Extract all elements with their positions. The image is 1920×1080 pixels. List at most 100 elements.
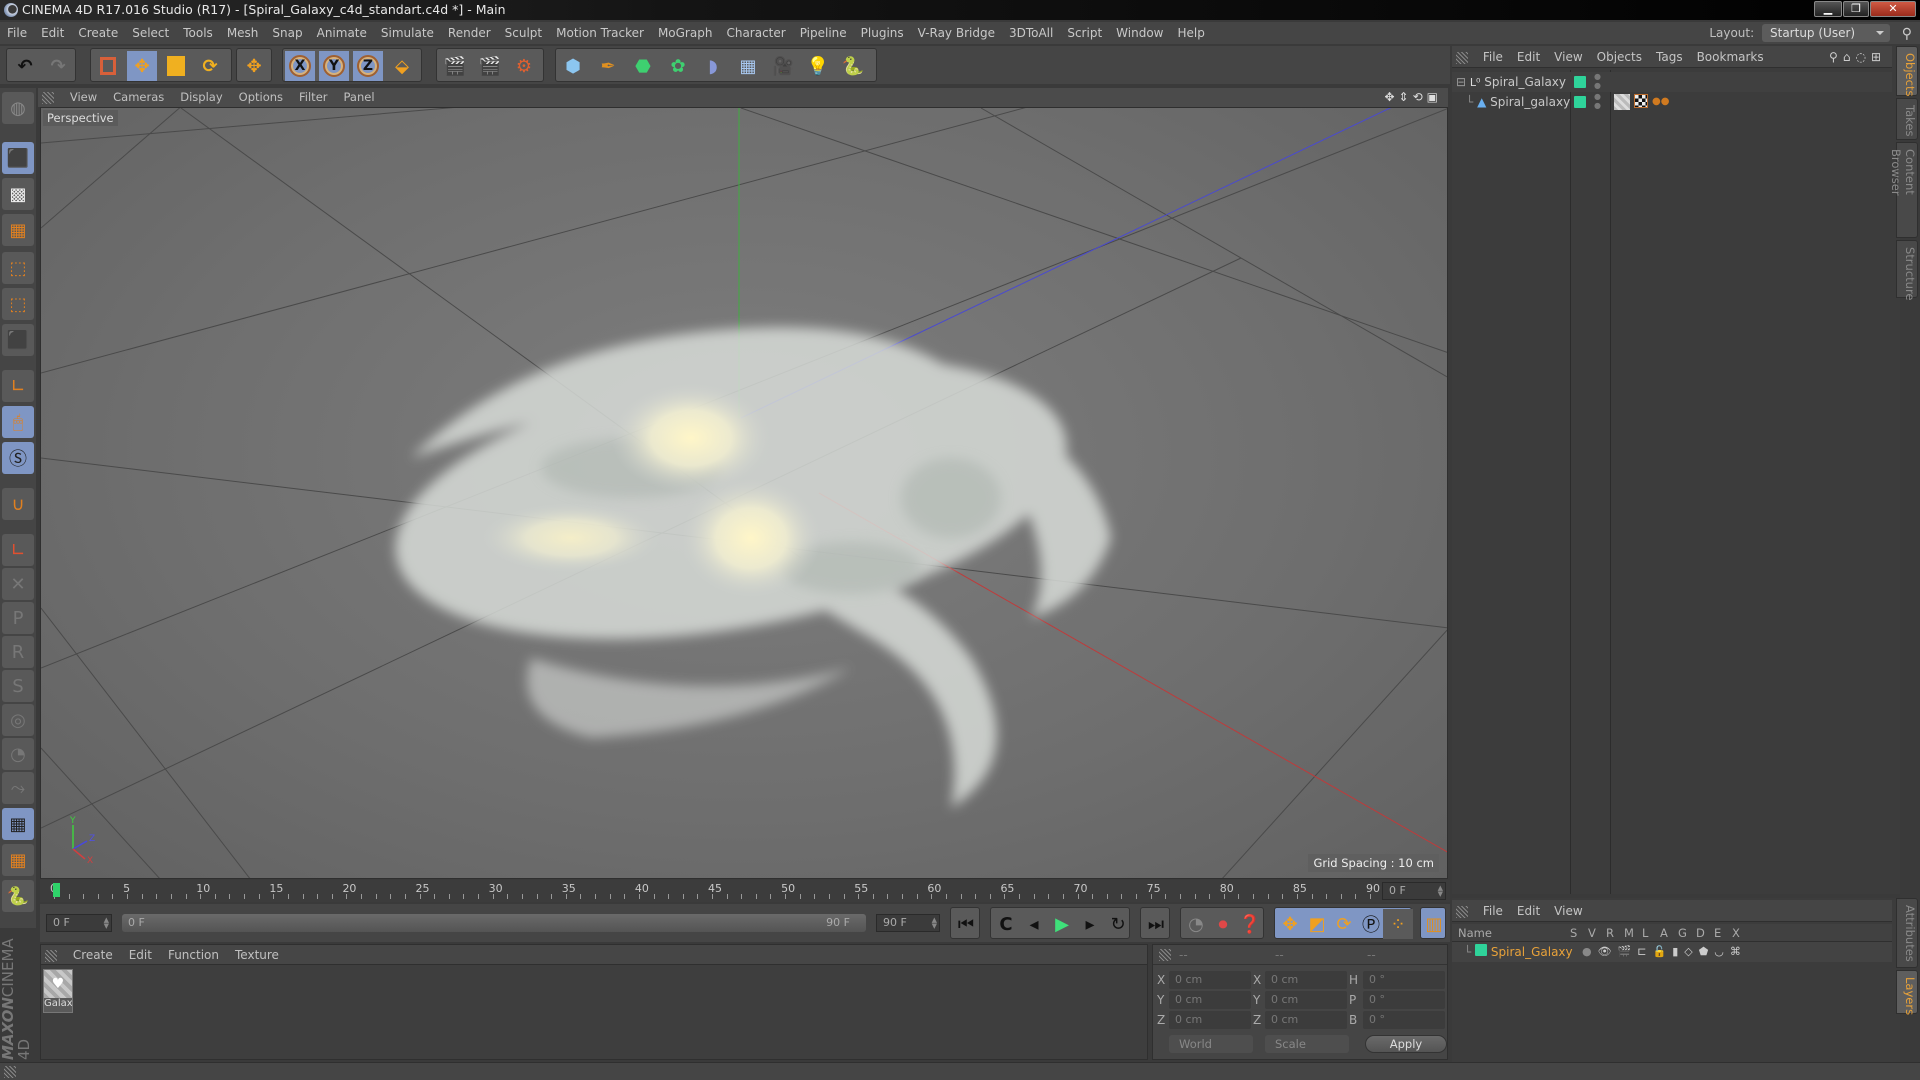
z-axis-lock-icon[interactable]: Z (353, 51, 383, 81)
layout-dropdown[interactable]: Startup (User) (1762, 24, 1890, 42)
om-menu-bookmarks[interactable]: Bookmarks (1690, 46, 1771, 68)
menu-select[interactable]: Select (125, 22, 176, 44)
size-field[interactable]: 0 cm (1265, 991, 1347, 1009)
playhead[interactable] (53, 883, 60, 897)
menu-animate[interactable]: Animate (310, 22, 374, 44)
points-mode-icon[interactable]: ⬚ (2, 252, 34, 284)
viewport-menu-display[interactable]: Display (172, 88, 230, 107)
texture-tag-icon[interactable] (1634, 94, 1648, 108)
dolly-icon[interactable]: ⇕ (1399, 90, 1413, 104)
object-name[interactable]: Spiral_Galaxy (1484, 75, 1566, 89)
menu-file[interactable]: File (0, 22, 34, 44)
menu-3dtoall[interactable]: 3DToAll (1002, 22, 1060, 44)
menu-render[interactable]: Render (441, 22, 498, 44)
key-rotation-icon[interactable]: ⟳ (1329, 909, 1359, 939)
coordinate-space-dropdown[interactable]: World (1169, 1035, 1253, 1053)
current-frame-field[interactable]: 0 F ▲ ▼ (46, 914, 112, 932)
menu-mograph[interactable]: MoGraph (651, 22, 720, 44)
lock-toggle-icon[interactable]: 🔓 (1653, 945, 1673, 958)
size-field[interactable]: 0 cm (1265, 971, 1347, 989)
make-editable-icon[interactable]: ◍ (2, 92, 34, 124)
go-to-end-icon[interactable]: ⏭ (1141, 909, 1171, 939)
object-row[interactable]: ⊟ L⁰ Spiral_Galaxy ● ● (1452, 72, 1892, 92)
rotation-field[interactable]: 0 ° (1363, 1011, 1445, 1029)
align-workplane-icon[interactable]: ▦ (2, 844, 34, 876)
edges-mode-icon[interactable]: ⬚ (2, 288, 34, 320)
viewport-menu-view[interactable]: View (62, 88, 105, 107)
layer-row[interactable]: └ Spiral_Galaxy ●👁🎬⊏🔓▮◇⬟◡⌘ (1452, 942, 1892, 962)
layer-color-swatch[interactable] (1574, 76, 1586, 88)
autokey-icon[interactable]: ❓ (1235, 909, 1265, 939)
manager-toggle-icon[interactable]: ⊏ (1637, 945, 1652, 958)
motion-record-icon[interactable]: ◔ (1181, 909, 1211, 939)
viewport-menu-options[interactable]: Options (231, 88, 291, 107)
layer-column-header[interactable]: M (1624, 924, 1634, 942)
key-pla-icon[interactable]: ⁘ (1383, 909, 1413, 939)
material-menu-create[interactable]: Create (65, 945, 121, 965)
deformers-toggle-icon[interactable]: ⬟ (1699, 945, 1715, 958)
next-frame-icon[interactable]: ▸ (1075, 909, 1105, 939)
material-tag-icon[interactable] (1614, 94, 1630, 110)
position-field[interactable]: 0 cm (1169, 1011, 1251, 1029)
position-field[interactable]: 0 cm (1169, 971, 1251, 989)
orbit-icon[interactable]: ⟲ (1413, 90, 1427, 104)
viewport-camera-label[interactable]: Perspective (43, 110, 118, 126)
spiral-galaxy-particles[interactable] (331, 238, 1191, 858)
layer-color-swatch[interactable] (1574, 96, 1586, 108)
texture-mode-icon[interactable]: ▩ (2, 178, 34, 210)
viewport-menu-cameras[interactable]: Cameras (105, 88, 172, 107)
eye-icon[interactable]: ◌ (1855, 50, 1870, 64)
menu-character[interactable]: Character (719, 22, 792, 44)
camera-icon[interactable]: 🎥 (768, 51, 798, 81)
python-script-icon[interactable]: 🐍 (2, 880, 34, 912)
recent-tool-icon[interactable]: ✥ (239, 51, 269, 81)
snap-icon[interactable]: ∪ (2, 488, 34, 520)
light-icon[interactable]: 💡 (803, 51, 833, 81)
menu-sculpt[interactable]: Sculpt (498, 22, 549, 44)
menu-vray-bridge[interactable]: V-Ray Bridge (911, 22, 1002, 44)
menu-create[interactable]: Create (71, 22, 125, 44)
x-axis-lock-icon[interactable]: X (285, 51, 315, 81)
expressions-toggle-icon[interactable]: ◡ (1714, 945, 1730, 958)
key-position-icon[interactable]: ✥ (1275, 909, 1305, 939)
render-settings-icon[interactable]: ⚙ (509, 51, 539, 81)
layer-column-header[interactable]: S (1570, 924, 1577, 942)
go-to-start-icon[interactable]: ⏮ (951, 909, 981, 939)
model-mode-icon[interactable]: ⬛ (2, 142, 34, 174)
menu-plugins[interactable]: Plugins (854, 22, 911, 44)
minimize-button[interactable]: ▁ (1814, 1, 1842, 17)
layer-column-header[interactable]: L (1642, 924, 1648, 942)
tab-content-browser[interactable]: Content Browser (1889, 142, 1918, 238)
lock-workplane-icon[interactable]: ▦ (2, 808, 34, 840)
menu-snap[interactable]: Snap (265, 22, 309, 44)
workplane-icon[interactable]: ∟ (2, 534, 34, 566)
panel-grip-icon[interactable] (45, 949, 57, 962)
tab-attributes[interactable]: Attributes (1896, 898, 1918, 968)
new-view-icon[interactable]: ⊞ (1871, 50, 1886, 64)
search-icon[interactable]: ⚲ (1829, 50, 1843, 64)
menu-script[interactable]: Script (1060, 22, 1109, 44)
layer-column-header[interactable]: R (1606, 924, 1614, 942)
object-name[interactable]: Spiral_galaxy (1490, 95, 1570, 109)
floor-icon[interactable]: ▦ (733, 51, 763, 81)
material-menu-texture[interactable]: Texture (227, 945, 287, 965)
deformer-icon[interactable]: ◗ (698, 51, 728, 81)
layer-column-header[interactable]: G (1678, 924, 1687, 942)
solo-toggle-icon[interactable]: ● (1582, 945, 1598, 958)
render-to-picture-viewer-icon[interactable]: 🎬 (475, 51, 505, 81)
home-icon[interactable]: ⌂ (1843, 50, 1856, 64)
tab-layers[interactable]: Layers (1896, 970, 1918, 1015)
pen-spline-icon[interactable]: ✒ (593, 51, 623, 81)
lock-camera-icon[interactable]: ◔ (2, 738, 34, 770)
lock-target-icon[interactable]: ◎ (2, 704, 34, 736)
frame-range-slider[interactable]: 0 F 90 F (122, 914, 866, 932)
particle-tag-icon[interactable]: ●● (1652, 92, 1669, 112)
animation-toggle-icon[interactable]: ▮ (1672, 945, 1684, 958)
quantize-icon[interactable]: ✕ (2, 568, 34, 600)
tab-takes[interactable]: Takes (1896, 98, 1918, 140)
menu-mesh[interactable]: Mesh (220, 22, 266, 44)
scale-icon[interactable] (161, 51, 191, 81)
panel-grip-icon[interactable] (1456, 905, 1468, 918)
layer-column-header[interactable]: V (1588, 924, 1596, 942)
move-icon[interactable]: ✥ (127, 51, 157, 81)
